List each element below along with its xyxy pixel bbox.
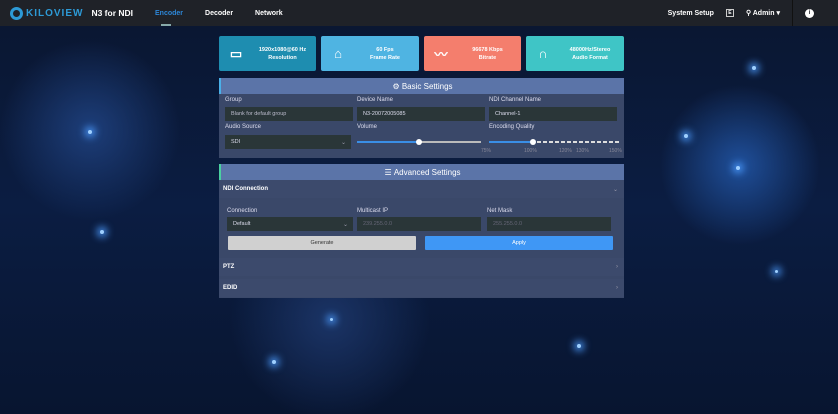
audio-source-select[interactable]: SDI ⌄ bbox=[225, 135, 351, 149]
user-icon: ⚲ bbox=[745, 10, 753, 17]
connection-label: Connection bbox=[227, 208, 258, 214]
audio-format-card: ∩ 48000Hz/Stereo Audio Format bbox=[526, 36, 624, 71]
quality-tick: 100% bbox=[524, 148, 537, 154]
card-value: 1920x1080@60 Hz bbox=[258, 46, 307, 53]
apply-button[interactable]: Apply bbox=[425, 236, 613, 250]
multicast-ip-label: Multicast IP bbox=[357, 208, 389, 214]
language-icon[interactable]: E bbox=[725, 9, 734, 17]
product-name: N3 for NDI bbox=[91, 8, 134, 18]
generate-button[interactable]: Generate bbox=[228, 236, 416, 250]
select-value: Default bbox=[233, 221, 251, 227]
net-mask-label: Net Mask bbox=[487, 208, 513, 214]
channel-name-label: NDI Channel Name bbox=[489, 97, 542, 103]
encoding-quality-label: Encoding Quality bbox=[489, 124, 535, 130]
volume-slider[interactable] bbox=[357, 139, 481, 145]
chevron-right-icon: › bbox=[616, 285, 618, 291]
card-value: 48000Hz/Stereo bbox=[569, 46, 611, 53]
basic-settings-header: ⚙ Basic Settings bbox=[219, 78, 624, 94]
basic-settings-panel: ⚙ Basic Settings Group Blank for default… bbox=[219, 78, 624, 158]
chevron-down-icon: ⌄ bbox=[340, 139, 346, 146]
frame-rate-card: ⌂ 60 Fps Frame Rate bbox=[321, 36, 419, 71]
sliders-icon: ☰ bbox=[384, 167, 394, 177]
multicast-ip-input[interactable]: 239.255.0.0 bbox=[357, 217, 481, 231]
ptz-section[interactable]: PTZ › bbox=[219, 258, 624, 276]
chevron-down-icon: ⌄ bbox=[342, 221, 348, 228]
top-nav: KILOVIEW N3 for NDI Encoder Decoder Netw… bbox=[0, 0, 838, 26]
advanced-settings-panel: ☰ Advanced Settings NDI Connection ⌄ Conn… bbox=[219, 164, 624, 298]
quality-tick: 75% bbox=[481, 148, 492, 154]
resolution-card: ▭ 1920x1080@60 Hz Resolution bbox=[219, 36, 316, 71]
tab-decoder[interactable]: Decoder bbox=[205, 10, 233, 17]
quality-fill bbox=[489, 141, 532, 143]
card-label: Resolution bbox=[268, 54, 297, 61]
edid-section[interactable]: EDID › bbox=[219, 279, 624, 297]
kiloview-logo[interactable]: KILOVIEW bbox=[10, 6, 84, 20]
chevron-down-icon: ⌄ bbox=[612, 186, 618, 193]
volume-fill bbox=[357, 141, 419, 143]
ndi-connection-section[interactable]: NDI Connection ⌄ bbox=[219, 180, 624, 198]
volume-handle[interactable] bbox=[416, 139, 422, 145]
encoding-quality-slider[interactable] bbox=[489, 139, 619, 145]
device-name-label: Device Name bbox=[357, 97, 394, 103]
card-value: 96678 Kbps bbox=[472, 46, 503, 53]
divider bbox=[792, 0, 793, 26]
quality-handle[interactable] bbox=[530, 139, 536, 145]
brand-text: KILOVIEW bbox=[26, 7, 84, 19]
net-mask-input[interactable]: 255.255.0.0 bbox=[487, 217, 611, 231]
panel-title: Advanced Settings bbox=[393, 167, 461, 177]
card-label: Frame Rate bbox=[370, 54, 400, 61]
tab-network[interactable]: Network bbox=[255, 10, 283, 17]
connection-select[interactable]: Default ⌄ bbox=[227, 217, 353, 231]
section-title: PTZ bbox=[223, 264, 235, 270]
quality-tick: 150% bbox=[609, 148, 622, 154]
audio-source-label: Audio Source bbox=[225, 124, 262, 130]
card-label: Bitrate bbox=[478, 54, 497, 61]
monitor-icon: ▭ bbox=[229, 45, 243, 61]
waveform-icon: 〰 bbox=[434, 47, 448, 62]
bitrate-card: 〰 96678 Kbps Bitrate bbox=[424, 36, 521, 71]
chevron-right-icon: › bbox=[616, 264, 618, 270]
quality-tick: 120% bbox=[559, 148, 572, 154]
advanced-settings-header: ☰ Advanced Settings bbox=[219, 164, 624, 180]
group-input[interactable]: Blank for default group bbox=[225, 107, 353, 121]
card-value: 60 Fps bbox=[376, 46, 394, 53]
device-name-input[interactable]: N3-20072005085 bbox=[357, 107, 485, 121]
gear-icon: ⚙ bbox=[392, 81, 402, 91]
channel-name-input[interactable]: Channel-1 bbox=[489, 107, 617, 121]
section-title: NDI Connection bbox=[223, 186, 268, 192]
tab-encoder[interactable]: Encoder bbox=[155, 10, 183, 26]
info-icon[interactable]: i bbox=[805, 8, 814, 18]
volume-label: Volume bbox=[357, 124, 378, 130]
headphones-icon: ∩ bbox=[538, 46, 548, 61]
section-title: EDID bbox=[223, 285, 238, 291]
user-name: Admin bbox=[752, 10, 775, 17]
panel-title: Basic Settings bbox=[401, 81, 453, 91]
system-setup-link[interactable]: System Setup bbox=[668, 10, 714, 17]
frame-rate-icon: ⌂ bbox=[334, 46, 342, 61]
group-label: Group bbox=[225, 97, 242, 103]
admin-menu[interactable]: ⚲ Admin ▾ bbox=[746, 9, 780, 17]
select-value: SDI bbox=[231, 139, 241, 145]
card-label: Audio Format bbox=[572, 54, 608, 61]
quality-tick: 130% bbox=[576, 148, 589, 154]
